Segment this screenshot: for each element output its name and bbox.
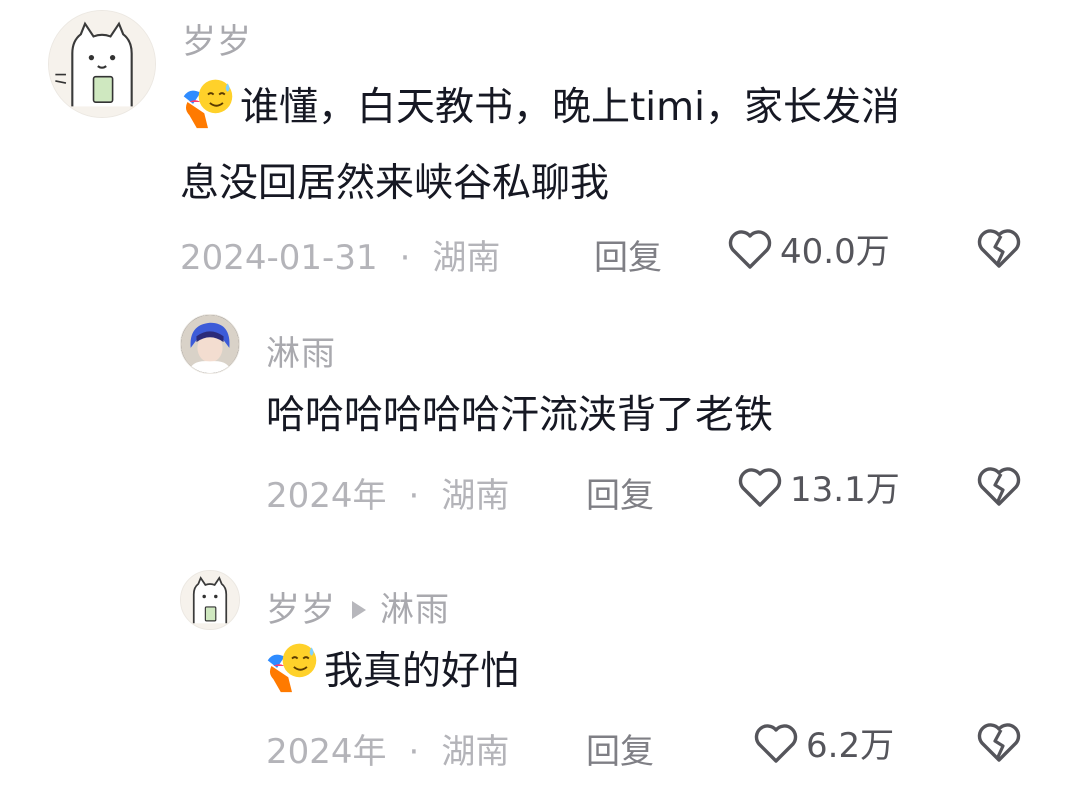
sweat-smile-bow-emoji-icon [264,638,320,694]
comment-username[interactable]: 淋雨 [266,326,336,375]
avatar[interactable] [180,570,240,630]
comment-date: 2024年 [266,732,387,772]
comment-date: 2024-01-31 [180,238,378,278]
comment-location: 湖南 [441,476,510,516]
comment-meta: 2024-01-31 · 湖南 [180,230,500,279]
cat-avatar-icon [181,571,239,629]
person-avatar-icon [181,315,239,373]
meta-separator: · [408,476,420,516]
comment-username[interactable]: 岁岁 [266,590,336,630]
broken-heart-icon[interactable] [975,719,1023,765]
comment-text-body: 我真的好怕 [324,649,520,694]
broken-heart-icon[interactable] [975,463,1023,509]
comment-meta: 2024年 · 湖南 [266,724,509,773]
comment-username-line: 岁岁 淋雨 [266,582,450,631]
comment-date: 2024年 [266,476,387,516]
heart-outline-icon [738,467,782,507]
like-button[interactable]: 40.0万 [726,224,890,273]
like-button[interactable]: 6.2万 [752,718,894,767]
sweat-smile-bow-emoji-icon [180,74,236,130]
comment-text: 谁懂，白天教书，晚上timi，家长发消 息没回居然来峡谷私聊我 [180,70,1020,222]
heart-outline-icon [728,229,772,269]
reply-target-username[interactable]: 淋雨 [380,590,450,630]
cat-avatar-icon [49,11,155,117]
comment-location: 湖南 [432,238,501,278]
comment-text: 我真的好怕 [264,634,1024,710]
comment-location: 湖南 [441,732,510,772]
meta-separator: · [408,732,420,772]
reply-button[interactable]: 回复 [594,230,662,279]
comment-username[interactable]: 岁岁 [182,14,252,63]
comment-meta: 2024年 · 湖南 [266,468,509,517]
avatar[interactable] [180,314,240,374]
heart-outline-icon [754,723,798,763]
reply-button[interactable]: 回复 [586,468,654,517]
avatar[interactable] [48,10,156,118]
broken-heart-icon[interactable] [975,225,1023,271]
comment-text-line1: 谁懂，白天教书，晚上timi，家长发消 [240,85,900,130]
comment-text-line2: 息没回居然来峡谷私聊我 [180,161,610,206]
like-button[interactable]: 13.1万 [736,462,900,511]
like-count: 13.1万 [790,470,900,510]
comment-text: 哈哈哈哈哈哈汗流浃背了老铁 [266,393,774,438]
like-count: 6.2万 [806,726,895,766]
reply-button[interactable]: 回复 [586,724,654,773]
play-arrow-icon [352,600,366,619]
like-count: 40.0万 [780,232,890,272]
meta-separator: · [399,238,411,278]
